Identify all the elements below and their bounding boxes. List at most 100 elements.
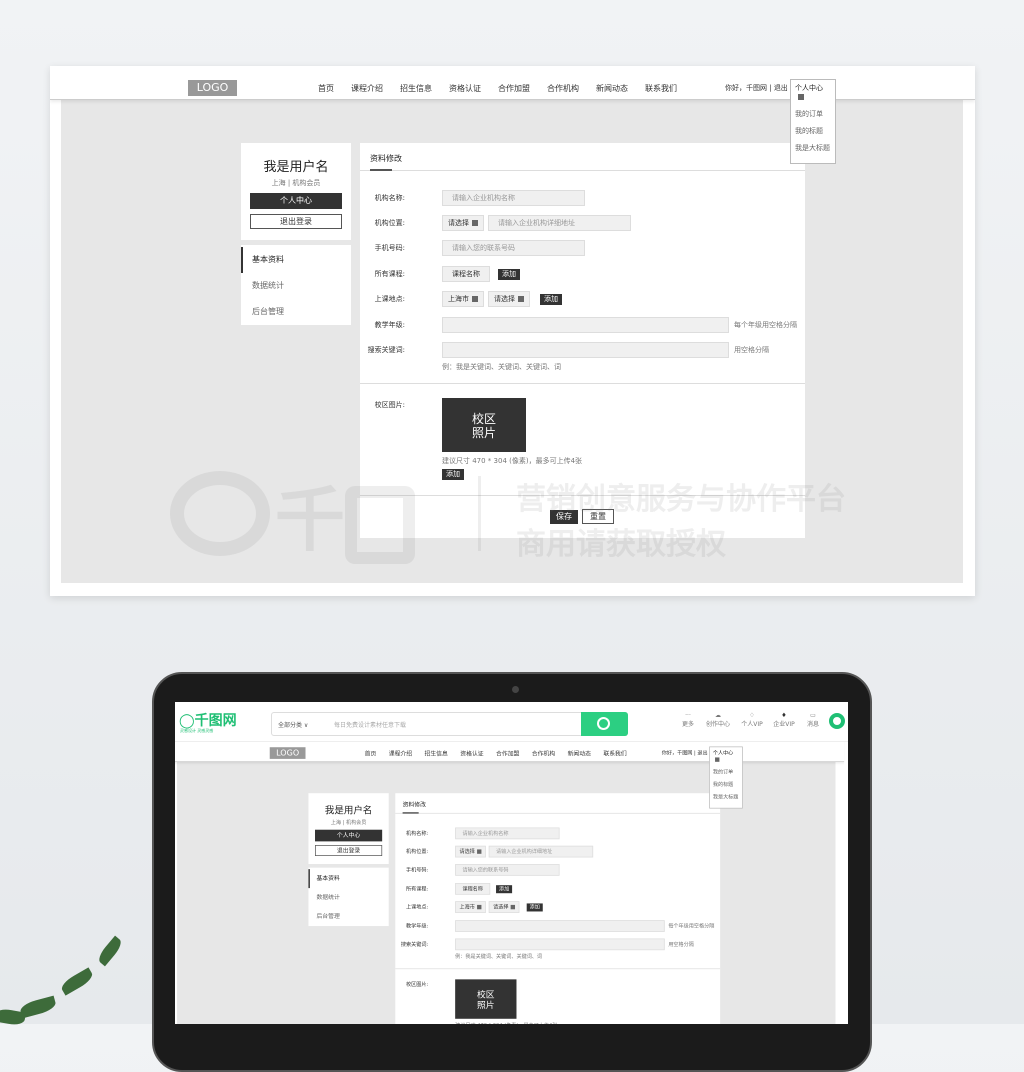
save-button[interactable]: 保存	[550, 510, 578, 524]
org-location-select[interactable]: 请选择	[442, 215, 484, 231]
site-logo[interactable]: ◯千图网	[179, 710, 237, 730]
courses-label: 所有课程:	[405, 885, 429, 892]
keywords-input[interactable]	[455, 938, 665, 951]
keywords-input[interactable]	[442, 342, 729, 358]
tab-divider	[360, 170, 805, 171]
logout-link[interactable]: 退出	[774, 84, 788, 92]
photo-text-1: 校区	[477, 989, 495, 1000]
add-place-button[interactable]: 添加	[540, 293, 562, 305]
nav-news[interactable]: 新闻动态	[596, 83, 628, 94]
sidebar-item-basic[interactable]: 基本资料	[308, 869, 388, 889]
dropdown-title[interactable]: 我的标题	[713, 781, 739, 788]
keywords-label: 搜索关键词:	[400, 941, 429, 948]
logout-link[interactable]: 退出	[697, 750, 707, 756]
nav-franchise[interactable]: 合作加盟	[498, 83, 530, 94]
nav-enroll[interactable]: 招生信息	[400, 83, 432, 94]
user-center-label[interactable]: 个人中心	[713, 750, 733, 756]
nav-enroll[interactable]: 招生信息	[425, 749, 448, 757]
org-name-input[interactable]: 请输入企业机构名称	[455, 827, 560, 840]
course-name-input[interactable]: 课程名称	[442, 266, 490, 282]
user-center-dropdown[interactable]: 个人中心 我的订单 我的标题 我是大标题	[790, 79, 836, 164]
nav-home[interactable]: 首页	[318, 83, 334, 94]
add-course-button[interactable]: 添加	[498, 268, 520, 280]
grade-input[interactable]	[442, 317, 729, 333]
nav-cert[interactable]: 资格认证	[460, 749, 483, 757]
dropdown-big-title[interactable]: 我是大标题	[713, 793, 739, 800]
dropdown-big-title[interactable]: 我是大标题	[795, 143, 831, 153]
district-select[interactable]: 请选择	[488, 291, 530, 307]
city-select[interactable]: 上海市	[455, 901, 486, 913]
profile-form: 资料修改 机构名称: 请输入企业机构名称 机构位置: 请选择 请输入企业机构详细地址 …	[395, 793, 721, 1024]
sidebar-item-stats[interactable]: 数据统计	[308, 888, 388, 907]
avatar[interactable]	[829, 713, 845, 729]
section-divider	[360, 383, 805, 384]
org-name-label: 机构名称:	[374, 194, 405, 202]
course-name-input[interactable]: 课程名称	[455, 883, 491, 895]
reset-button[interactable]: 重置	[582, 509, 614, 524]
messages-button[interactable]: ▭ 消息	[798, 712, 828, 728]
nav-franchise[interactable]: 合作加盟	[496, 749, 519, 757]
logo[interactable]: LOGO	[188, 80, 237, 96]
add-course-button[interactable]: 添加	[496, 884, 513, 893]
nav-news[interactable]: 新闻动态	[568, 749, 591, 757]
tab-divider	[395, 812, 721, 814]
more-button[interactable]: ··· 更多	[673, 712, 703, 728]
search-input[interactable]: 每日免费设计素材任意下载	[334, 720, 406, 729]
main-nav: 首页 课程介绍 招生信息 资格认证 合作加盟 合作机构 新闻动态 联系我们	[318, 83, 694, 94]
menu-icon	[715, 757, 720, 762]
nav-contact[interactable]: 联系我们	[603, 749, 626, 757]
nav-courses[interactable]: 课程介绍	[389, 749, 412, 757]
nav-contact[interactable]: 联系我们	[645, 83, 677, 94]
nav-partners[interactable]: 合作机构	[532, 749, 555, 757]
category-select[interactable]: 全部分类 ∨	[278, 720, 308, 729]
org-location-select[interactable]: 请选择	[455, 845, 486, 858]
content-area: 我是用户名 上海 | 机构会员 个人中心 退出登录 基本资料 数据统计 后台管理…	[61, 100, 963, 583]
campus-photo-placeholder[interactable]: 校区 照片	[442, 398, 526, 452]
add-place-button[interactable]: 添加	[526, 903, 543, 912]
sidebar-item-admin[interactable]: 后台管理	[241, 299, 351, 325]
search-button[interactable]	[581, 712, 628, 736]
photo-hint: 建议尺寸 470 * 304 (像素)，最多可上传4张	[442, 457, 583, 465]
nav-partners[interactable]: 合作机构	[547, 83, 579, 94]
user-center-dropdown[interactable]: 个人中心 我的订单 我的标题 我是大标题	[709, 746, 743, 809]
select-text: 请选择	[494, 295, 515, 303]
dropdown-orders[interactable]: 我的订单	[713, 768, 739, 775]
city-select[interactable]: 上海市	[442, 291, 484, 307]
sidebar-item-admin[interactable]: 后台管理	[308, 907, 388, 926]
user-center-button[interactable]: 个人中心	[315, 829, 383, 842]
user-center-label[interactable]: 个人中心	[795, 84, 823, 92]
dropdown-icon	[477, 849, 482, 854]
org-location-label: 机构位置:	[374, 219, 405, 227]
nav-cert[interactable]: 资格认证	[449, 83, 481, 94]
phone-input[interactable]: 请输入您的联系号码	[455, 864, 560, 876]
diamond-icon: ♦	[781, 712, 787, 719]
campus-photo-placeholder[interactable]: 校区 照片	[455, 979, 517, 1019]
tab-edit-profile[interactable]: 资料修改	[370, 153, 402, 164]
sidebar-item-stats[interactable]: 数据统计	[241, 273, 351, 299]
dropdown-title[interactable]: 我的标题	[795, 126, 831, 136]
org-name-input[interactable]: 请输入企业机构名称	[442, 190, 585, 206]
district-select[interactable]: 请选择	[488, 901, 520, 913]
tab-edit-profile[interactable]: 资料修改	[403, 801, 426, 809]
user-center-button[interactable]: 个人中心	[250, 193, 342, 209]
personal-vip-button[interactable]: ♢ 个人VIP	[737, 712, 767, 728]
sidebar-item-basic[interactable]: 基本资料	[241, 247, 351, 273]
username: 我是用户名	[324, 805, 373, 817]
add-photo-button[interactable]: 添加	[442, 469, 464, 480]
org-address-input[interactable]: 请输入企业机构详细地址	[488, 215, 631, 231]
user-sub: 上海 | 机构会员	[271, 179, 321, 187]
section-divider	[395, 968, 721, 970]
page-mockup: LOGO 首页 课程介绍 招生信息 资格认证 合作加盟 合作机构 新闻动态 联系…	[175, 737, 845, 1024]
creator-center-button[interactable]: ☁ 创作中心	[703, 712, 733, 728]
enterprise-vip-button[interactable]: ♦ 企业VIP	[769, 712, 799, 728]
nav-courses[interactable]: 课程介绍	[351, 83, 383, 94]
nav-home[interactable]: 首页	[365, 749, 377, 757]
org-address-input[interactable]: 请输入企业机构详细地址	[488, 845, 594, 858]
logout-button[interactable]: 退出登录	[315, 845, 383, 856]
logout-button[interactable]: 退出登录	[250, 214, 342, 229]
greeting-text: 你好，千图网	[725, 84, 767, 92]
phone-input[interactable]: 请输入您的联系号码	[442, 240, 585, 256]
grade-input[interactable]	[455, 920, 665, 932]
dropdown-orders[interactable]: 我的订单	[795, 109, 831, 119]
logo[interactable]: LOGO	[269, 747, 306, 759]
